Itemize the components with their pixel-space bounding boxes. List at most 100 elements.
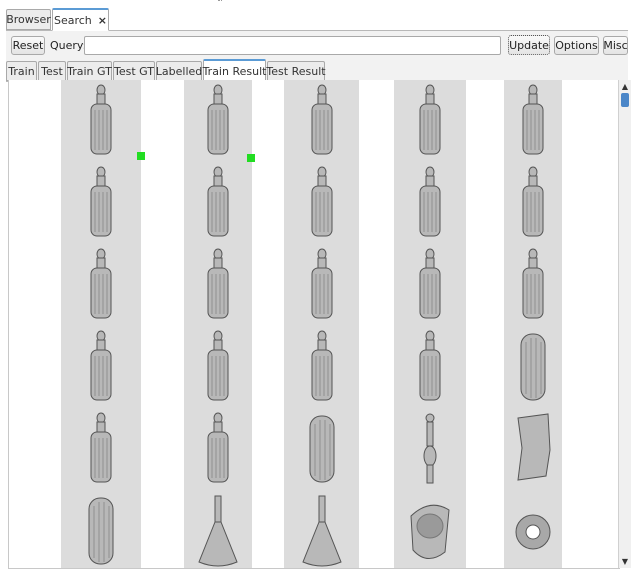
tab-browser[interactable]: Browser [6, 9, 51, 30]
bottle-icon [90, 84, 112, 155]
result-thumbnail-cylinder[interactable] [508, 328, 558, 409]
bottle-icon [522, 166, 544, 237]
bottle-icon [311, 330, 333, 401]
result-thumbnail-bell[interactable] [297, 492, 347, 568]
bottle-icon [207, 84, 229, 155]
result-thumbnail-bottle[interactable] [76, 164, 126, 245]
bottle-icon [207, 248, 229, 319]
options-button-label: Options [555, 39, 598, 52]
selection-marker [137, 152, 145, 160]
bottle-icon [207, 412, 229, 483]
scrollbar-thumb[interactable] [621, 93, 629, 107]
update-button-label: Update [509, 38, 549, 52]
tab-train-result[interactable]: Train Result [203, 59, 266, 82]
result-thumbnail-bottle[interactable] [405, 82, 455, 163]
tab-test-gt[interactable]: Test GT [113, 61, 155, 81]
reset-button[interactable]: Reset [11, 36, 45, 55]
result-thumbnail-bottle[interactable] [76, 410, 126, 491]
misc-button-label: Misc [603, 39, 628, 52]
bottle-icon [522, 84, 544, 155]
tab-train-gt-label: Train GT [67, 64, 112, 78]
bowl-icon [410, 504, 450, 559]
close-icon[interactable]: × [98, 14, 107, 27]
result-thumbnail-bottle[interactable] [193, 246, 243, 327]
result-thumbnail-bottle[interactable] [508, 246, 558, 327]
result-thumbnail-ring[interactable] [508, 492, 558, 568]
result-thumbnail-bottle[interactable] [405, 328, 455, 409]
tab-train[interactable]: Train [6, 61, 37, 81]
tab-test-gt-label: Test GT [114, 64, 155, 78]
figurine-icon [423, 413, 437, 484]
update-button[interactable]: Update [508, 35, 550, 55]
result-thumbnail-bottle[interactable] [193, 410, 243, 491]
result-thumbnail-bowl[interactable] [405, 492, 455, 568]
result-thumbnail-bell[interactable] [193, 492, 243, 568]
resize-grip-icon[interactable] [218, 0, 222, 4]
bottle-icon [311, 166, 333, 237]
window-top-strip [0, 0, 634, 8]
bottle-icon [419, 330, 441, 401]
tab-labelled-label: Labelled [155, 64, 203, 78]
result-thumbnail-bottle[interactable] [193, 164, 243, 245]
result-tab-bar: Train Test Train GT Test GT Labelled Tra… [6, 59, 628, 82]
misc-button[interactable]: Misc [603, 36, 628, 55]
result-thumbnail-bottle[interactable] [405, 164, 455, 245]
bottle-icon [90, 330, 112, 401]
tab-labelled[interactable]: Labelled [156, 61, 202, 81]
bell-icon [302, 495, 342, 567]
bell-icon [198, 495, 238, 567]
cylinder-icon [88, 497, 114, 565]
results-grid [8, 80, 620, 569]
bottle-icon [419, 84, 441, 155]
tab-search-label: Search [53, 13, 92, 27]
bottle-icon [419, 248, 441, 319]
result-thumbnail-bottle[interactable] [297, 164, 347, 245]
result-thumbnail-cylinder[interactable] [297, 410, 347, 491]
bottle-icon [207, 330, 229, 401]
query-label: Query: [50, 39, 87, 52]
tab-test-label: Test [41, 64, 63, 78]
result-thumbnail-bottle[interactable] [76, 246, 126, 327]
bottle-icon [311, 248, 333, 319]
result-thumbnail-fragment[interactable] [508, 410, 558, 491]
fragment-icon [517, 413, 551, 481]
tab-train-result-label: Train Result [202, 64, 267, 78]
result-thumbnail-bottle[interactable] [508, 164, 558, 245]
tab-browser-label: Browser [6, 13, 51, 26]
bottle-icon [207, 166, 229, 237]
result-thumbnail-bottle[interactable] [297, 246, 347, 327]
bottle-icon [522, 248, 544, 319]
result-thumbnail-bottle[interactable] [405, 246, 455, 327]
bottle-icon [311, 84, 333, 155]
query-input[interactable] [84, 36, 501, 55]
result-thumbnail-figurine[interactable] [405, 410, 455, 491]
bottle-icon [419, 166, 441, 237]
result-thumbnail-bottle[interactable] [508, 82, 558, 163]
bottle-icon [90, 248, 112, 319]
vertical-scrollbar[interactable]: ▲ ▼ [618, 80, 631, 568]
scroll-up-arrow-icon[interactable]: ▲ [620, 81, 630, 91]
result-thumbnail-cylinder[interactable] [76, 492, 126, 568]
tab-test-result-label: Test Result [266, 64, 326, 78]
tab-train-label: Train [8, 64, 35, 78]
bottle-icon [90, 166, 112, 237]
reset-button-label: Reset [12, 39, 44, 52]
selection-marker [247, 154, 255, 162]
cylinder-icon [520, 333, 546, 401]
options-button[interactable]: Options [554, 36, 599, 55]
tab-train-gt[interactable]: Train GT [67, 61, 112, 81]
result-thumbnail-bottle[interactable] [297, 82, 347, 163]
ring-icon [515, 514, 551, 550]
result-thumbnail-bottle[interactable] [297, 328, 347, 409]
result-thumbnail-bottle[interactable] [76, 82, 126, 163]
top-tab-bar: Browser Search × [6, 8, 628, 31]
cylinder-icon [309, 415, 335, 483]
result-thumbnail-bottle[interactable] [193, 328, 243, 409]
tab-test-result[interactable]: Test Result [266, 61, 326, 81]
tab-search[interactable]: Search × [52, 8, 109, 31]
bottle-icon [90, 412, 112, 483]
result-thumbnail-bottle[interactable] [76, 328, 126, 409]
result-thumbnail-bottle[interactable] [193, 82, 243, 163]
scroll-down-arrow-icon[interactable]: ▼ [620, 556, 630, 566]
tab-test[interactable]: Test [38, 61, 66, 81]
